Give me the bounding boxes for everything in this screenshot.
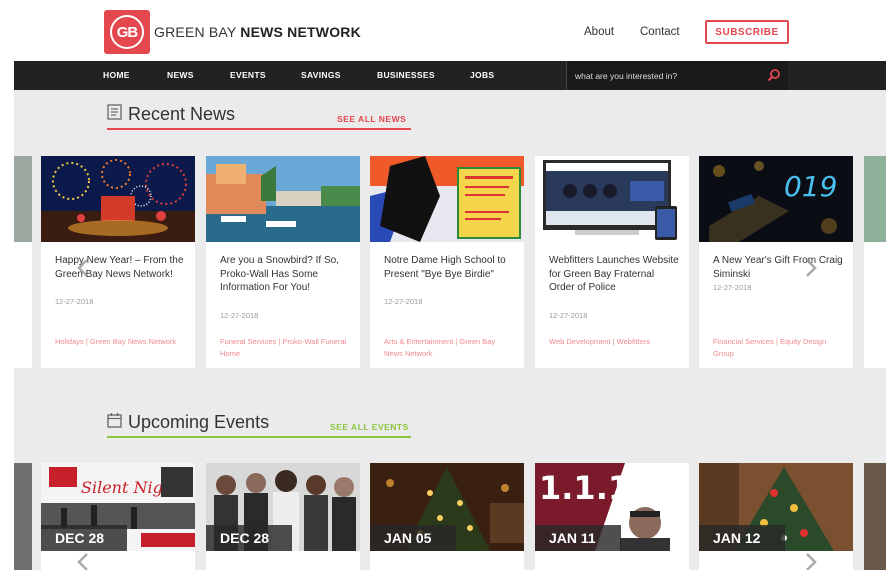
see-all-news-link[interactable]: SEE ALL NEWS <box>337 114 406 124</box>
page-frame: GB GREEN BAY NEWS NETWORK About Contact … <box>14 0 886 570</box>
brand-name[interactable]: GREEN BAY NEWS NETWORK <box>154 24 361 40</box>
event-card[interactable]: JAN 12 <box>699 463 853 570</box>
see-all-events-link[interactable]: SEE ALL EVENTS <box>330 422 409 432</box>
news-card-title[interactable]: Happy New Year! – From the Green Bay New… <box>55 254 185 281</box>
news-thumbnail-bye-bye-birdie[interactable] <box>370 156 524 242</box>
partial-card-right-body <box>864 242 886 368</box>
news-card-date: 12-27-2018 <box>220 311 259 320</box>
news-card-categories[interactable]: Arts & Entertainment | Green Bay News Ne… <box>384 336 514 360</box>
partial-event-right <box>864 463 886 570</box>
news-card-title[interactable]: Webfitters Launches Website for Green Ba… <box>549 254 679 295</box>
news-card-date: 12-27-2018 <box>384 297 423 306</box>
news-card-title[interactable]: A New Year's Gift From Craig Siminski <box>713 254 843 281</box>
event-date-badge: DEC 28 <box>206 525 292 551</box>
news-card-date: 12-27-2018 <box>55 297 94 306</box>
events-prev-arrow-icon[interactable] <box>76 552 90 570</box>
calendar-icon <box>107 413 122 428</box>
partial-card-left <box>14 156 32 242</box>
news-card-date: 12-27-2018 <box>713 283 752 292</box>
event-card[interactable]: DEC 28 <box>206 463 360 570</box>
site-header: GB GREEN BAY NEWS NETWORK About Contact … <box>14 0 886 61</box>
events-underline <box>107 436 411 438</box>
search-icon[interactable] <box>767 68 781 82</box>
site-logo[interactable]: GB <box>104 10 150 54</box>
event-date-badge: JAN 12 <box>699 525 785 551</box>
event-card[interactable]: JAN 05 <box>370 463 524 570</box>
nav-jobs[interactable]: JOBS <box>470 70 494 80</box>
partial-card-right <box>864 156 886 242</box>
svg-text:1.1.19: 1.1.19 <box>539 469 652 507</box>
event-card[interactable]: 1.1.19 JAN 11 <box>535 463 689 570</box>
nav-savings[interactable]: SAVINGS <box>301 70 341 80</box>
news-card[interactable]: Happy New Year! – From the Green Bay New… <box>41 156 195 368</box>
carousel-next-arrow-icon[interactable] <box>804 258 818 278</box>
recent-news-title: Recent News <box>128 104 236 124</box>
partial-card-left-body <box>14 242 32 368</box>
news-card-title[interactable]: Notre Dame High School to Present "Bye B… <box>384 254 514 281</box>
subscribe-button[interactable]: SUBSCRIBE <box>705 20 789 44</box>
search-box <box>566 61 788 90</box>
logo-text: GB <box>110 15 144 49</box>
news-card-categories[interactable]: Web Development | Webfitters <box>549 336 679 348</box>
news-card[interactable]: Notre Dame High School to Present "Bye B… <box>370 156 524 368</box>
news-thumbnail-website[interactable] <box>535 156 689 242</box>
news-thumbnail-marina[interactable] <box>206 156 360 242</box>
news-card[interactable]: Are you a Snowbird? If So, Proko-Wall Ha… <box>206 156 360 368</box>
news-thumbnail-fireworks[interactable] <box>41 156 195 242</box>
brand-light: GREEN BAY <box>154 24 241 40</box>
upcoming-events-title: Upcoming Events <box>128 412 270 432</box>
nav-home[interactable]: HOME <box>103 70 130 80</box>
news-card-categories[interactable]: Funeral Services | Proko-Wall Funeral Ho… <box>220 336 350 360</box>
brand-bold: NEWS NETWORK <box>240 24 361 40</box>
contact-link[interactable]: Contact <box>640 26 680 38</box>
svg-text:019: 019 <box>784 170 837 203</box>
news-underline <box>107 128 411 130</box>
news-card-categories[interactable]: Holidays | Green Bay News Network <box>55 336 185 348</box>
partial-event-left <box>14 463 32 570</box>
event-date-badge: DEC 28 <box>41 525 127 551</box>
event-date-badge: JAN 05 <box>370 525 456 551</box>
news-card-categories[interactable]: Financial Services | Equity Design Group <box>713 336 843 360</box>
nav-news[interactable]: NEWS <box>167 70 194 80</box>
search-input[interactable] <box>575 67 755 84</box>
news-card-title[interactable]: Are you a Snowbird? If So, Proko-Wall Ha… <box>220 254 350 295</box>
news-card[interactable]: Webfitters Launches Website for Green Ba… <box>535 156 689 368</box>
nav-businesses[interactable]: BUSINESSES <box>377 70 435 80</box>
event-card[interactable]: Silent Night DEC 28 <box>41 463 195 570</box>
newspaper-icon <box>107 104 122 120</box>
nav-events[interactable]: EVENTS <box>230 70 266 80</box>
about-link[interactable]: About <box>584 26 614 38</box>
news-card[interactable]: 019 A New Year's Gift From Craig Siminsk… <box>699 156 853 368</box>
carousel-prev-arrow-icon[interactable] <box>76 258 90 278</box>
event-date-badge: JAN 11 <box>535 525 621 551</box>
news-thumbnail-2019[interactable]: 019 <box>699 156 853 242</box>
news-card-date: 12-27-2018 <box>549 311 588 320</box>
events-next-arrow-icon[interactable] <box>804 552 818 570</box>
